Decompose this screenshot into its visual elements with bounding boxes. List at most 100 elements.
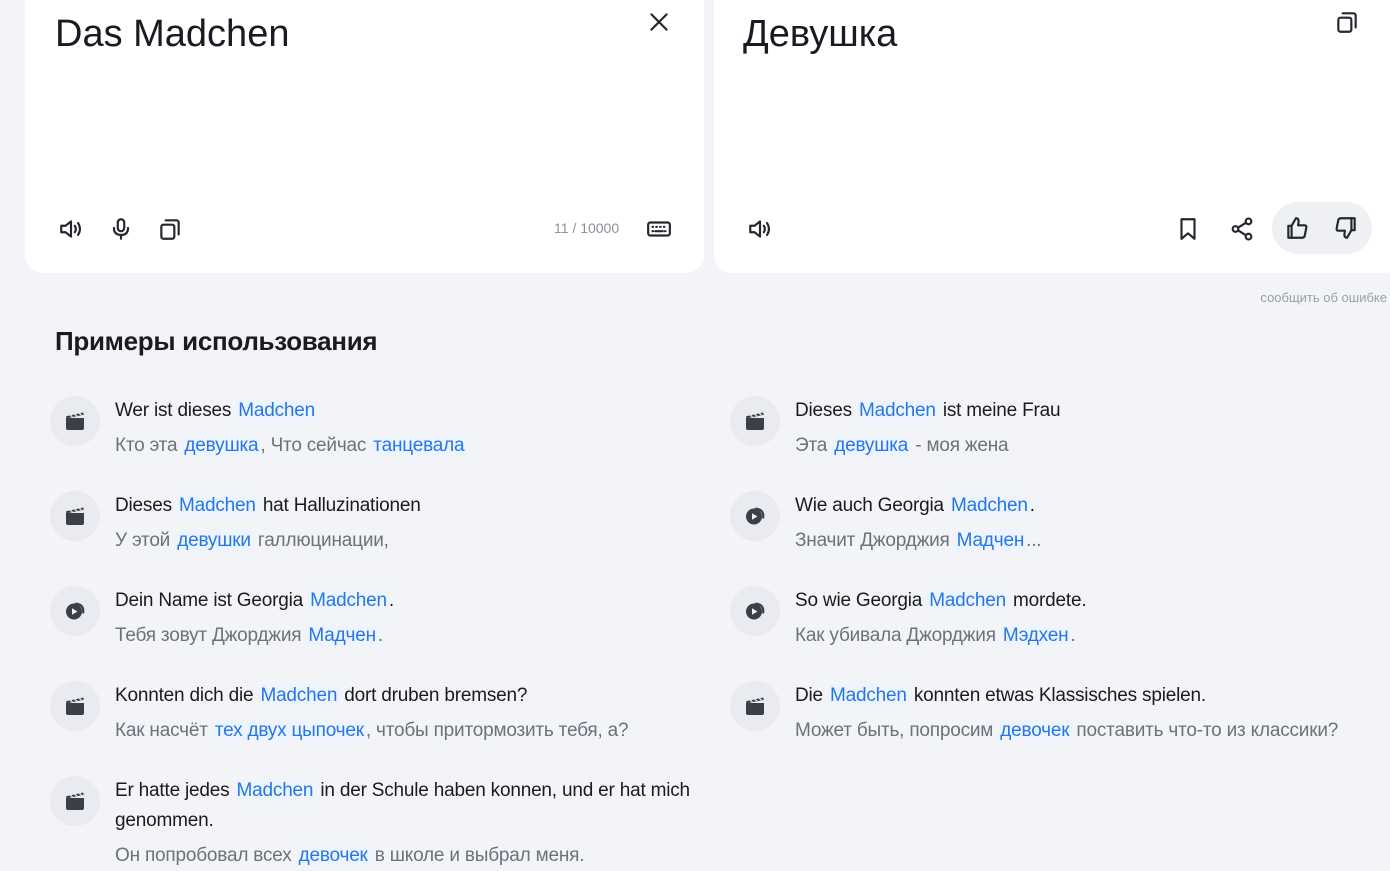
example-text: . [1029, 495, 1035, 516]
example-source: Konnten dich die Madchen dort druben bre… [115, 681, 690, 711]
keyboard-icon[interactable] [639, 209, 679, 249]
example-text: У этой [115, 530, 176, 551]
example-text: Тебя зовут Джорджия [115, 625, 307, 646]
highlighted-term[interactable]: Madchen [234, 780, 316, 801]
character-counter: 11 / 10000 [554, 220, 620, 236]
highlighted-term[interactable]: девушка [182, 435, 261, 456]
example-source: Die Madchen konnten etwas Klassisches sp… [795, 681, 1370, 711]
highlighted-term[interactable]: Мадчен [306, 625, 378, 646]
example-translation: Эта девушка - моя жена [795, 431, 1370, 461]
report-error-link[interactable]: сообщить об ошибке [1260, 290, 1387, 305]
example-translation: Как насчёт тех двух цыпочек, чтобы прито… [115, 716, 690, 746]
example-text: ist meine Frau [937, 400, 1061, 421]
translation-text: Девушка [743, 13, 898, 55]
example-text: галлюцинации, [252, 530, 389, 551]
example-text-block: Wer ist dieses Madchen Кто эта девушка, Ч… [115, 396, 690, 461]
example-translation: Кто эта девушка, Что сейчас танцевала [115, 431, 690, 461]
example-text: поставить что-то из классики? [1071, 720, 1339, 741]
example-text-block: Dieses Madchen ist meine Frau Эта девушка… [795, 396, 1370, 461]
highlighted-term[interactable]: девушки [175, 530, 253, 551]
highlighted-term[interactable]: Madchen [856, 400, 938, 421]
clapperboard-icon [730, 396, 780, 446]
source-text[interactable]: Das Madchen [55, 10, 289, 58]
example-text: Эта [795, 435, 833, 456]
highlighted-term[interactable]: девушка [832, 435, 911, 456]
example-text: . [388, 590, 394, 611]
examples-title: Примеры использования [55, 326, 378, 356]
example-source: So wie Georgia Madchen mordete. [795, 586, 1370, 616]
highlighted-term[interactable]: девочек [998, 720, 1072, 741]
example-text: konnten etwas Klassisches spielen. [908, 685, 1206, 706]
example-text: . [377, 625, 383, 646]
example-source: Wer ist dieses Madchen [115, 396, 690, 426]
highlighted-term[interactable]: Мадчен [954, 530, 1027, 551]
example-source: Dein Name ist Georgia Madchen. [115, 586, 690, 616]
example-translation: Тебя зовут Джорджия Мадчен. [115, 621, 690, 651]
example-text-block: Er hatte jedes Madchen in der Schule hab… [115, 776, 690, 871]
highlighted-term[interactable]: танцевала [371, 435, 467, 456]
highlighted-term[interactable]: Madchen [828, 685, 909, 706]
example-text: в школе и выбрал меня. [369, 845, 585, 866]
bookmark-icon[interactable] [1168, 209, 1208, 249]
example-text: Как убивала Джорджия [795, 625, 1001, 646]
example-text: Dieses [115, 495, 177, 516]
copy-icon[interactable] [1327, 2, 1367, 42]
example-text: ... [1026, 530, 1042, 551]
example-text: Die [795, 685, 828, 706]
highlighted-term[interactable]: Madchen [236, 400, 318, 421]
translation-panel: Девушка [714, 0, 1390, 273]
tv-show-icon [730, 586, 780, 636]
example-text: - моя жена [910, 435, 1009, 456]
example-text: Dein Name ist Georgia [115, 590, 309, 611]
example-text: Как насчёт [115, 720, 213, 741]
example-translation: Как убивала Джорджия Мэдхен. [795, 621, 1370, 651]
example-text: Wie auch Georgia [795, 495, 949, 516]
example-text: mordete. [1007, 590, 1087, 611]
example-text: Значит Джорджия [795, 530, 955, 551]
clapperboard-icon [50, 681, 100, 731]
speaker-icon[interactable] [740, 209, 780, 249]
example-text-block: So wie Georgia Madchen mordete. Как убива… [795, 586, 1370, 651]
highlighted-term[interactable]: девочек [296, 845, 370, 866]
highlighted-term[interactable]: тех двух цыпочек [212, 720, 366, 741]
example-source: Dieses Madchen hat Halluzinationen [115, 491, 690, 521]
highlighted-term[interactable]: Madchen [948, 495, 1030, 516]
example-source: Er hatte jedes Madchen in der Schule hab… [115, 776, 690, 836]
example-text: Er hatte jedes [115, 780, 235, 801]
highlighted-term[interactable]: Madchen [308, 590, 389, 611]
example-text: , Что сейчас [260, 435, 372, 456]
example-text: So wie Georgia [795, 590, 928, 611]
source-panel: Das Madchen 11 / 10000 [25, 0, 704, 273]
example-text: Dieses [795, 400, 857, 421]
example-translation: Он попробовал всех девочек в школе и выб… [115, 841, 690, 871]
close-icon[interactable] [639, 2, 679, 42]
example-source: Dieses Madchen ist meine Frau [795, 396, 1370, 426]
tv-show-icon [730, 491, 780, 541]
example-text: . [1070, 625, 1076, 646]
example-text-block: Wie auch Georgia Madchen. Значит Джорджия… [795, 491, 1370, 556]
example-translation: У этой девушки галлюцинации, [115, 526, 690, 556]
microphone-icon[interactable] [101, 209, 141, 249]
example-text: , чтобы притормозить тебя, а? [365, 720, 629, 741]
thumbs-down-icon[interactable] [1326, 208, 1366, 248]
thumbs-up-icon[interactable] [1277, 208, 1317, 248]
clapperboard-icon [50, 776, 100, 826]
example-translation: Значит Джорджия Мадчен... [795, 526, 1370, 556]
clapperboard-icon [50, 491, 100, 541]
example-text: Он попробовал всех [115, 845, 297, 866]
highlighted-term[interactable]: Madchen [258, 685, 340, 706]
highlighted-term[interactable]: Мэдхен [1000, 625, 1071, 646]
highlighted-term[interactable]: Madchen [927, 590, 1008, 611]
clapperboard-icon [50, 396, 100, 446]
clapperboard-icon [730, 681, 780, 731]
highlighted-term[interactable]: Madchen [176, 495, 258, 516]
example-text: Кто эта [115, 435, 183, 456]
example-text-block: Die Madchen konnten etwas Klassisches sp… [795, 681, 1370, 746]
share-icon[interactable] [1222, 209, 1262, 249]
speaker-icon[interactable] [51, 209, 91, 249]
example-text-block: Konnten dich die Madchen dort druben bre… [115, 681, 690, 746]
example-text: Konnten dich die [115, 685, 259, 706]
example-text: hat Halluzinationen [257, 495, 421, 516]
copy-icon[interactable] [150, 209, 190, 249]
example-text-block: Dein Name ist Georgia Madchen. Тебя зовут… [115, 586, 690, 651]
